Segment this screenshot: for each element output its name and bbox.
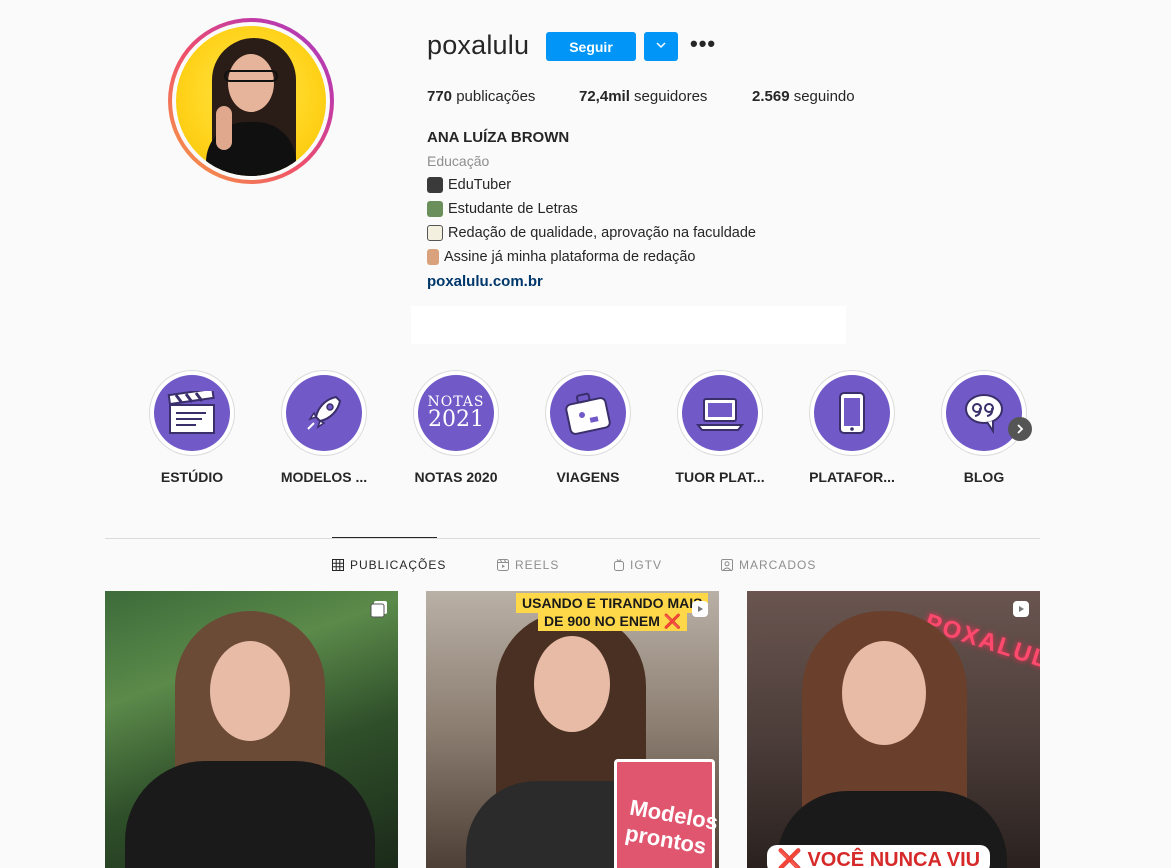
- tab-marcados[interactable]: MARCADOS: [721, 558, 816, 572]
- followers-count-stat[interactable]: 72,4mil seguidores: [579, 88, 707, 105]
- post-thumbnail[interactable]: POXALULU ❌ VOCÊ NUNCA VIU: [747, 591, 1040, 868]
- highlights-next-button[interactable]: [1008, 417, 1032, 441]
- blank-panel: [411, 306, 846, 344]
- bio-line: EduTuber: [427, 177, 511, 193]
- tab-igtv[interactable]: IGTV: [614, 558, 662, 572]
- suitcase-icon: [565, 392, 611, 435]
- avatar-ring-gap: [172, 22, 330, 180]
- profile-full-name: ANA LUÍZA BROWN: [427, 129, 570, 146]
- highlight-item[interactable]: PLATAFOR...: [797, 370, 907, 485]
- highlight-label: ESTÚDIO: [160, 469, 224, 485]
- highlight-label: TUOR PLAT...: [675, 469, 765, 485]
- clapperboard-icon: [167, 391, 215, 434]
- tab-label: PUBLICAÇÕES: [350, 558, 447, 572]
- highlight-label: NOTAS 2020: [414, 469, 498, 485]
- laptop-icon: [695, 398, 745, 431]
- highlight-label: MODELOS ...: [280, 469, 368, 485]
- highlight-item[interactable]: MODELOS ...: [269, 370, 379, 485]
- post-caption-banner: ❌ VOCÊ NUNCA VIU: [767, 845, 991, 868]
- profile-website-link[interactable]: poxalulu.com.br: [427, 273, 543, 290]
- suggested-dropdown-button[interactable]: [644, 32, 678, 61]
- grid-icon: [332, 559, 344, 571]
- more-options-icon[interactable]: •••: [690, 33, 718, 58]
- highlight-cover-text: 2021: [428, 407, 484, 432]
- posts-count-stat: 770 publicações: [427, 88, 536, 105]
- bio-line: Estudante de Letras: [427, 201, 578, 217]
- tablet-icon: [839, 392, 865, 434]
- post-caption-banner: USANDO E TIRANDO MAIS: [516, 593, 709, 613]
- highlight-label: PLATAFOR...: [809, 469, 895, 485]
- student-emoji-icon: [427, 201, 443, 217]
- highlight-item[interactable]: ESTÚDIO: [137, 370, 247, 485]
- reels-icon: [497, 559, 509, 571]
- book-cover: Modelos prontos: [614, 759, 719, 868]
- profile-category: Educação: [427, 153, 490, 169]
- following-count-stat[interactable]: 2.569 seguindo: [752, 88, 855, 105]
- post-thumbnail[interactable]: Modelos prontos USANDO E TIRANDO MAIS DE…: [426, 591, 719, 868]
- igtv-icon: [614, 559, 624, 571]
- highlight-item[interactable]: VIAGENS: [533, 370, 643, 485]
- memo-emoji-icon: [427, 225, 443, 241]
- highlight-label: VIAGENS: [556, 469, 620, 485]
- follow-button[interactable]: Seguir: [546, 32, 636, 61]
- tab-label: REELS: [515, 558, 560, 572]
- tagged-icon: [721, 559, 733, 571]
- bio-line: Redação de qualidade, aprovação na facul…: [427, 225, 756, 241]
- rocket-icon: [307, 395, 342, 430]
- highlight-item[interactable]: NOTAS 2021 NOTAS 2020: [401, 370, 511, 485]
- highlight-label: BLOG: [963, 469, 1005, 485]
- reel-icon: [692, 601, 708, 617]
- carousel-icon: [370, 601, 387, 618]
- profile-avatar[interactable]: [168, 18, 334, 184]
- reel-icon: [1013, 601, 1029, 617]
- post-caption-banner: DE 900 NO ENEM ❌: [538, 611, 688, 631]
- chevron-down-icon: [656, 42, 666, 49]
- post-thumbnail[interactable]: [105, 591, 398, 868]
- active-tab-indicator: [332, 537, 437, 538]
- chevron-right-icon: [1017, 424, 1024, 434]
- pointing-down-emoji-icon: [427, 249, 439, 265]
- tabs-divider: [105, 538, 1040, 539]
- profile-username: poxalulu: [427, 30, 530, 60]
- avatar-photo: [176, 26, 326, 176]
- bio-line: Assine já minha plataforma de redação: [427, 249, 695, 265]
- school-bus-emoji-icon: [427, 177, 443, 193]
- tab-reels[interactable]: REELS: [497, 558, 559, 572]
- tab-label: MARCADOS: [739, 558, 817, 572]
- tab-publicacoes[interactable]: PUBLICAÇÕES: [332, 558, 446, 572]
- speech-bubble-quote-icon: [965, 394, 1003, 435]
- tab-label: IGTV: [630, 558, 663, 572]
- highlight-item[interactable]: TUOR PLAT...: [665, 370, 775, 485]
